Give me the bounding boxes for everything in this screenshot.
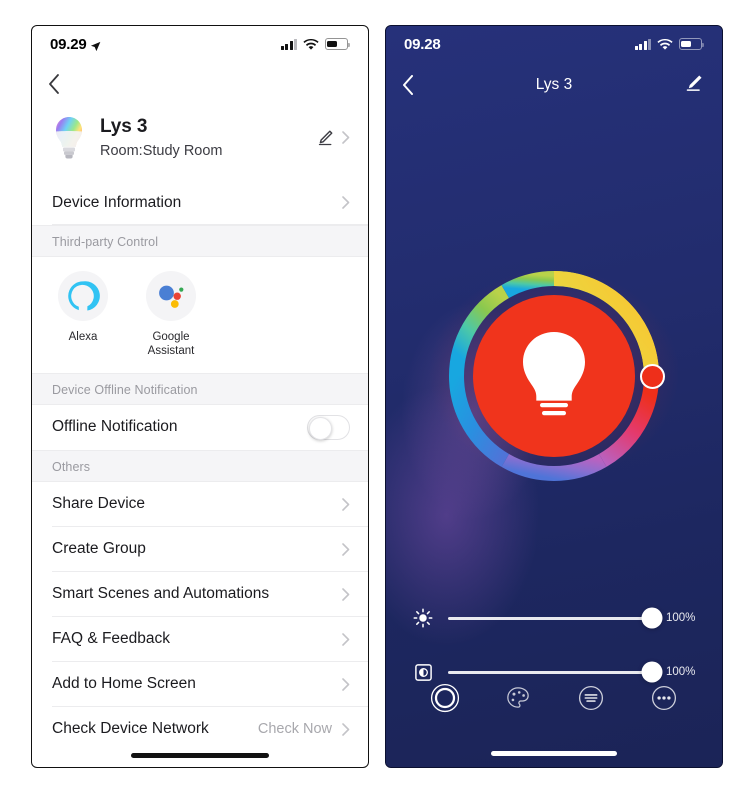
chevron-left-icon — [48, 74, 60, 94]
wifi-icon — [303, 38, 319, 50]
location-arrow-icon — [90, 39, 101, 51]
row-label: Add to Home Screen — [52, 675, 196, 693]
palette-icon — [506, 687, 529, 708]
device-room: Room:Study Room — [100, 142, 223, 159]
toggle-knob — [309, 416, 332, 440]
brightness-sun-icon — [412, 608, 434, 628]
chevron-right-icon — [342, 632, 350, 646]
brightness-slider-knob[interactable] — [641, 607, 663, 629]
status-bar-indicators — [634, 38, 705, 50]
chevron-right-icon — [342, 196, 350, 209]
cellular-signal-icon — [634, 38, 651, 50]
home-indicator — [131, 753, 269, 758]
status-bar: 09.29 — [32, 26, 368, 62]
battery-icon — [679, 38, 705, 50]
control-screen-body: 09.28 Lys 3 100% 100% — [386, 26, 722, 767]
cellular-signal-icon — [280, 38, 297, 50]
white-circle-icon — [430, 683, 459, 713]
status-bar-time-group: 09.29 — [50, 36, 101, 53]
row-label: Smart Scenes and Automations — [52, 585, 270, 603]
color-temperature-slider-knob[interactable] — [641, 661, 663, 683]
color-temperature-value: 100% — [666, 666, 696, 678]
status-bar-time: 09.29 — [50, 35, 87, 53]
color-temperature-icon — [412, 663, 434, 682]
chevron-right-icon — [342, 542, 350, 556]
chevron-right-icon — [342, 722, 350, 736]
more-dots-icon — [651, 685, 676, 711]
power-bulb-button[interactable] — [473, 295, 635, 457]
device-edit-group[interactable] — [317, 129, 352, 146]
tab-white-light[interactable] — [428, 681, 462, 715]
row-label: Offline Notification — [52, 418, 178, 436]
status-bar-indicators — [280, 38, 351, 50]
section-header-others: Others — [32, 449, 368, 482]
device-name: Lys 3 — [100, 115, 148, 137]
row-share-device[interactable]: Share Device — [32, 481, 368, 527]
row-label: Check Device Network — [52, 720, 209, 738]
third-party-item-alexa[interactable]: Alexa — [52, 271, 114, 359]
chevron-right-icon — [342, 587, 350, 601]
scenes-list-icon — [578, 685, 603, 711]
third-party-item-google-assistant[interactable]: Google Assistant — [140, 271, 202, 359]
device-meta: Lys 3 Room:Study Room — [100, 116, 317, 159]
brightness-slider-row[interactable]: 100% — [386, 591, 722, 645]
tab-color-light[interactable] — [501, 681, 535, 715]
row-label: Device Information — [52, 193, 182, 211]
row-device-information[interactable]: Device Information — [32, 180, 368, 225]
third-party-label: Alexa — [68, 331, 98, 343]
third-party-control-list: Alexa Google Assistant — [32, 257, 368, 373]
row-add-to-home-screen[interactable]: Add to Home Screen — [32, 661, 368, 707]
row-label: Share Device — [52, 495, 146, 513]
wifi-icon — [657, 38, 673, 50]
status-bar: 09.28 — [386, 26, 722, 62]
third-party-label: Google Assistant — [147, 331, 195, 358]
device-control-screen: 09.28 Lys 3 100% 100% — [385, 25, 723, 768]
pencil-edit-icon[interactable] — [317, 129, 334, 146]
pencil-edit-icon[interactable] — [685, 73, 704, 97]
color-temperature-slider-track[interactable] — [448, 661, 663, 683]
section-header-third-party: Third-party Control — [32, 225, 368, 257]
status-bar-time: 09.28 — [404, 35, 441, 53]
section-header-offline-notification: Device Offline Notification — [32, 372, 368, 405]
battery-icon — [325, 38, 351, 50]
row-faq-and-feedback[interactable]: FAQ & Feedback — [32, 616, 368, 662]
bottom-tab-bar — [386, 681, 722, 715]
tab-scenes[interactable] — [574, 681, 608, 715]
page-title: Lys 3 — [535, 76, 573, 93]
row-check-device-network[interactable]: Check Device Network Check Now — [32, 706, 368, 752]
back-button[interactable] — [402, 75, 414, 95]
chevron-right-icon — [342, 497, 350, 511]
alexa-icon — [58, 271, 108, 321]
brightness-slider-track[interactable] — [448, 607, 663, 629]
color-wheel-handle[interactable] — [640, 364, 665, 389]
brightness-value: 100% — [666, 612, 696, 624]
device-header-row[interactable]: Lys 3 Room:Study Room — [32, 106, 368, 180]
google-assistant-icon — [146, 271, 196, 321]
chevron-right-icon — [342, 130, 350, 144]
light-bulb-icon — [523, 332, 585, 416]
offline-notification-toggle[interactable] — [307, 414, 350, 440]
row-smart-scenes-and-automations[interactable]: Smart Scenes and Automations — [32, 571, 368, 617]
navigation-bar: Lys 3 — [386, 62, 722, 108]
row-trailing[interactable]: Check Now — [258, 721, 350, 737]
back-button[interactable] — [32, 62, 368, 106]
row-create-group[interactable]: Create Group — [32, 526, 368, 572]
tab-more[interactable] — [647, 681, 681, 715]
row-label: FAQ & Feedback — [52, 630, 171, 648]
screenshot-stage: 09.29 Lys 3 Room:Study Room Device Infor… — [0, 0, 753, 793]
color-wheel[interactable] — [429, 251, 679, 501]
row-offline-notification[interactable]: Offline Notification — [32, 404, 368, 450]
home-indicator — [491, 751, 617, 756]
check-now-action[interactable]: Check Now — [258, 721, 332, 737]
row-label: Create Group — [52, 540, 146, 558]
chevron-right-icon — [342, 677, 350, 691]
device-settings-screen: 09.29 Lys 3 Room:Study Room Device Infor… — [31, 25, 369, 768]
rgb-bulb-icon — [52, 114, 86, 160]
